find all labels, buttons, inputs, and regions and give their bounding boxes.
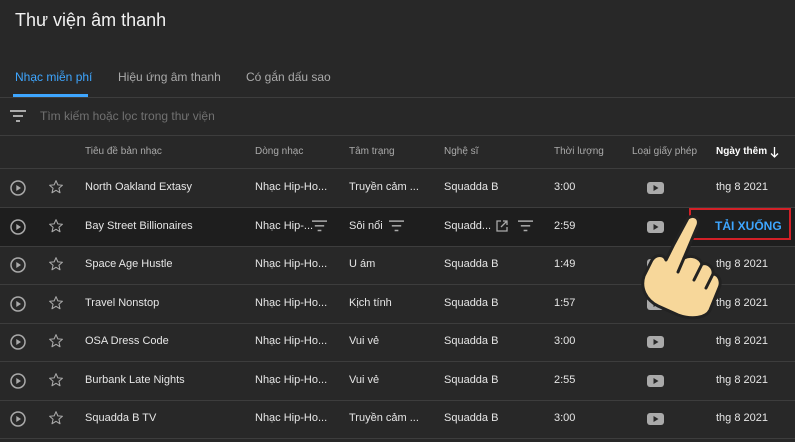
download-label: TẢI XUỐNG	[715, 219, 782, 233]
track-title[interactable]: Squadda B TV	[85, 412, 250, 424]
star-icon[interactable]	[48, 179, 64, 195]
table-row[interactable]: OSA Dress Code Nhạc Hip-Ho... Vui vẻ Squ…	[0, 323, 795, 362]
filter-icon[interactable]	[10, 110, 26, 122]
track-title[interactable]: Bay Street Billionaires	[85, 220, 250, 232]
col-mood-header[interactable]: Tâm trạng	[349, 146, 395, 157]
track-genre: Nhạc Hip-Ho...	[255, 181, 327, 193]
track-genre: Nhạc Hip-Ho...	[255, 335, 327, 347]
track-artist[interactable]: Squadda B	[444, 181, 534, 193]
search-input[interactable]: Tìm kiếm hoặc lọc trong thư viện	[40, 109, 215, 123]
star-icon[interactable]	[48, 218, 64, 234]
play-icon[interactable]	[10, 257, 26, 273]
col-title-header[interactable]: Tiêu đề bản nhạc	[85, 146, 162, 157]
track-genre: Nhạc Hip-Ho...	[255, 373, 327, 386]
youtube-license-icon[interactable]	[647, 374, 664, 387]
pointing-hand-icon	[641, 214, 722, 320]
track-added-date: thg 8 2021	[716, 373, 768, 386]
table-row[interactable]: Squadda B TV Nhạc Hip-Ho... Truyền cảm .…	[0, 400, 795, 439]
youtube-license-icon[interactable]	[647, 182, 664, 194]
open-external-icon[interactable]	[496, 219, 508, 232]
track-duration: 1:49	[554, 258, 576, 270]
col-duration-header[interactable]: Thời lượng	[554, 146, 604, 157]
col-added-header[interactable]: Ngày thêm	[716, 146, 767, 157]
star-icon[interactable]	[48, 256, 64, 272]
play-icon[interactable]	[10, 372, 26, 389]
col-license-header[interactable]: Loại giấy phép	[632, 146, 697, 157]
active-tab-indicator	[13, 94, 88, 97]
track-duration: 2:55	[554, 373, 576, 386]
star-icon[interactable]	[48, 372, 64, 388]
track-mood: U ám	[349, 258, 376, 270]
col-artist-header[interactable]: Nghệ sĩ	[444, 146, 478, 157]
track-added-date: thg 8 2021	[716, 296, 768, 309]
track-mood: Sôi nổi	[349, 219, 383, 232]
track-duration: 3:00	[554, 412, 576, 424]
play-icon[interactable]	[10, 411, 26, 427]
track-title[interactable]: Burbank Late Nights	[85, 374, 250, 386]
sort-down-arrow-icon[interactable]	[770, 147, 779, 158]
col-genre-header[interactable]: Dòng nhạc	[255, 146, 303, 157]
play-icon[interactable]	[10, 334, 26, 350]
tab-free-music[interactable]: Nhạc miễn phí	[15, 70, 92, 84]
table-row[interactable]: North Oakland Extasy Nhạc Hip-Ho... Truy…	[0, 169, 795, 208]
youtube-license-icon[interactable]	[647, 413, 664, 425]
track-added-date: thg 8 2021	[716, 412, 768, 424]
filter-icon[interactable]	[389, 219, 404, 232]
track-title[interactable]: Travel Nonstop	[85, 297, 250, 309]
track-duration: 2:59	[554, 219, 576, 232]
tab-starred[interactable]: Có gắn dấu sao	[246, 70, 331, 84]
track-duration: 1:57	[554, 296, 576, 309]
play-icon[interactable]	[10, 218, 26, 235]
play-icon[interactable]	[10, 295, 26, 312]
table-row[interactable]: Burbank Late Nights Nhạc Hip-Ho... Vui v…	[0, 362, 795, 401]
filter-icon[interactable]	[312, 219, 327, 232]
search-filter-bar[interactable]: Tìm kiếm hoặc lọc trong thư viện	[0, 98, 795, 136]
page-title: Thư viện âm thanh	[15, 10, 167, 30]
track-artist[interactable]: Squadda B	[444, 412, 534, 424]
tab-sound-effects[interactable]: Hiệu ứng âm thanh	[118, 70, 221, 84]
track-added-date: thg 8 2021	[716, 258, 768, 270]
track-title[interactable]: Space Age Hustle	[85, 258, 250, 270]
star-icon[interactable]	[48, 410, 64, 426]
track-artist[interactable]: Squadda B	[444, 297, 534, 309]
track-artist[interactable]: Squadda B	[444, 335, 534, 347]
track-mood: Vui vẻ	[349, 373, 380, 386]
track-genre: Nhạc Hip-Ho...	[255, 258, 327, 270]
track-mood: Truyền cảm ...	[349, 412, 419, 424]
track-added-date: thg 8 2021	[716, 181, 768, 193]
track-artist[interactable]: Squadda B	[444, 374, 534, 386]
track-duration: 3:00	[554, 335, 576, 347]
track-artist[interactable]: Squadda B	[444, 258, 534, 270]
youtube-license-icon[interactable]	[647, 336, 664, 348]
track-genre: Nhạc Hip-Ho...	[255, 296, 327, 309]
track-title[interactable]: OSA Dress Code	[85, 335, 250, 347]
track-mood: Truyền cảm ...	[349, 181, 419, 193]
tab-bar: Nhạc miễn phí Hiệu ứng âm thanh Có gắn d…	[0, 60, 795, 98]
play-icon[interactable]	[10, 180, 26, 196]
table-header: Tiêu đề bản nhạc Dòng nhạc Tâm trạng Ngh…	[0, 136, 795, 169]
track-duration: 3:00	[554, 181, 576, 193]
track-genre: Nhạc Hip-Ho...	[255, 412, 327, 424]
track-mood: Kịch tính	[349, 296, 392, 309]
track-title[interactable]: North Oakland Extasy	[85, 181, 250, 193]
track-mood: Vui vẻ	[349, 335, 380, 347]
filter-icon[interactable]	[518, 219, 533, 232]
star-icon[interactable]	[48, 295, 64, 311]
star-icon[interactable]	[48, 333, 64, 349]
track-added-date: thg 8 2021	[716, 335, 768, 347]
